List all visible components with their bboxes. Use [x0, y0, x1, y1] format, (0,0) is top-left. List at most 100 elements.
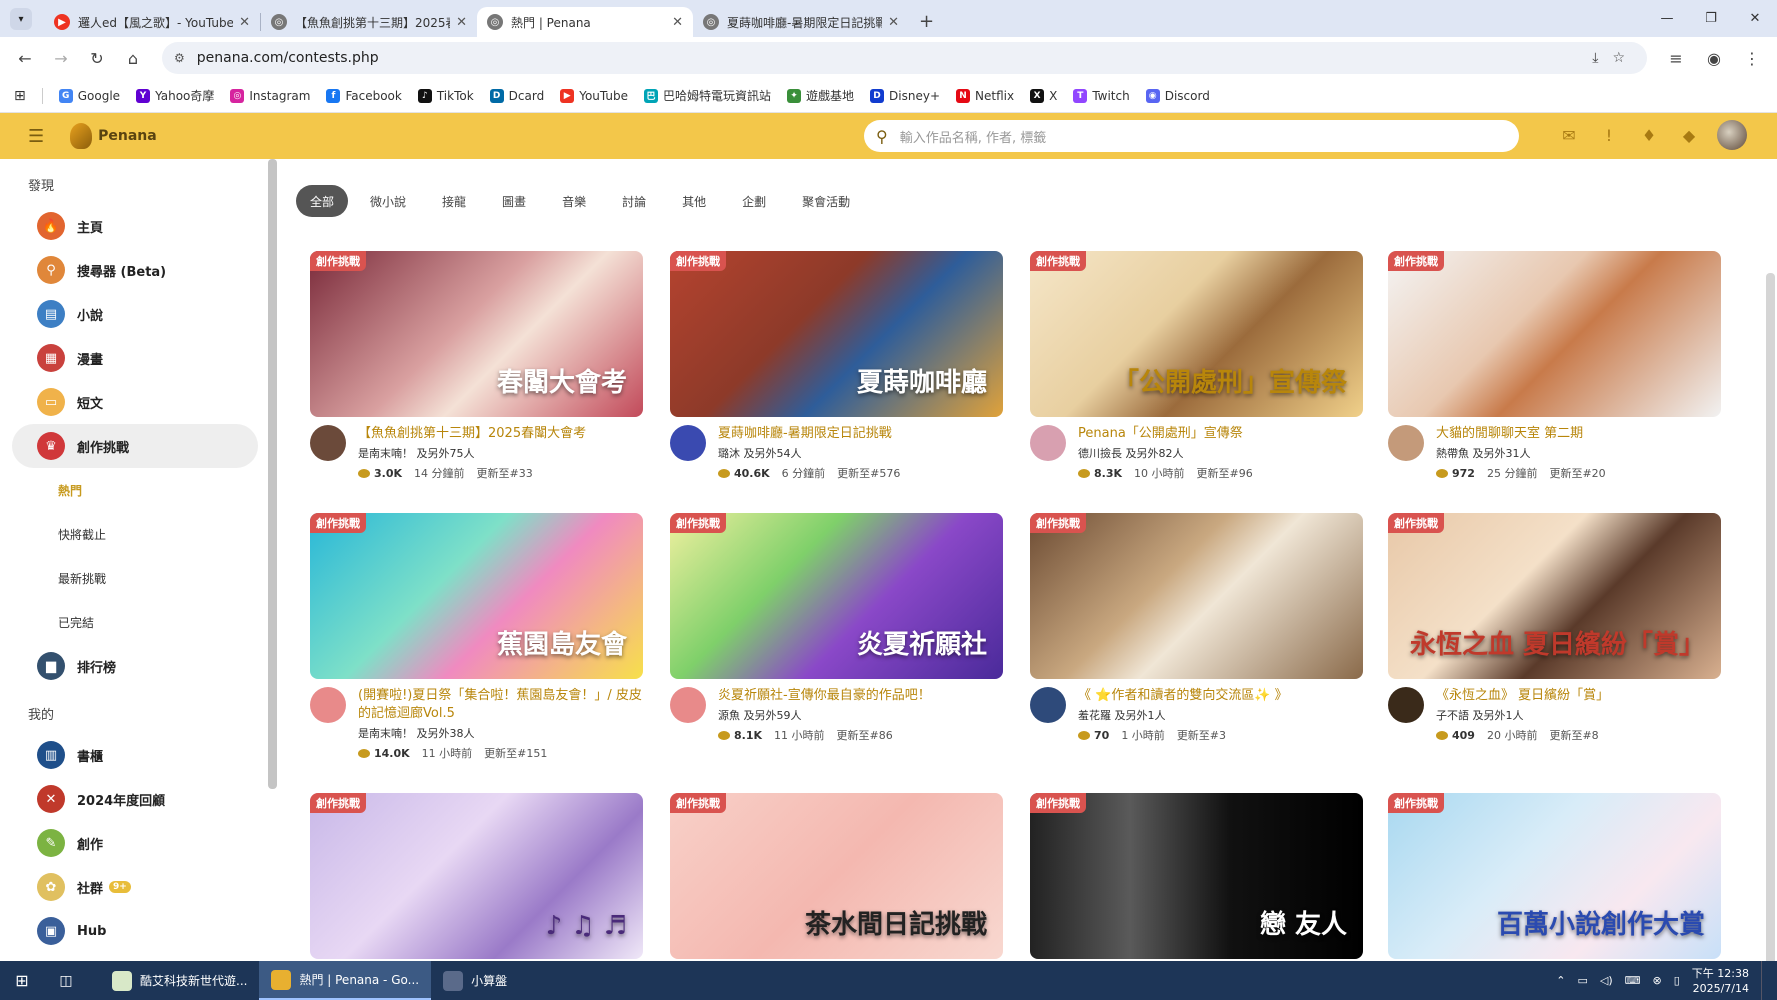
minimize-icon[interactable]: — — [1645, 0, 1689, 37]
browser-tab[interactable]: ◎ 【魚魚創挑第十三期】2025春闈 ✕ — [261, 7, 477, 37]
contest-thumbnail[interactable]: 創作挑戰 — [1030, 513, 1363, 679]
category-tab[interactable]: 微小說 — [356, 185, 420, 217]
category-tab[interactable]: 其他 — [668, 185, 720, 217]
contest-authors[interactable]: 是南末喃！ 及另外75人 — [358, 445, 586, 461]
bookmark-tiktok[interactable]: ♪ TikTok — [417, 87, 474, 104]
category-tab[interactable]: 接龍 — [428, 185, 480, 217]
user-avatar[interactable] — [1717, 120, 1747, 150]
bookmark-yahoo-[interactable]: Y Yahoo奇摩 — [136, 87, 214, 104]
sidebar-item-5[interactable]: ♛ 創作挑戰 — [12, 424, 258, 468]
show-desktop[interactable] — [1761, 961, 1765, 1000]
contest-card[interactable]: 創作挑戰《 ⭐作者和讀者的雙向交流區✨ 》羞花羅 及另外1人 70 1 小時前 更新至… — [1030, 513, 1363, 743]
contest-card[interactable]: 創作挑戰 ♪ ♫ ♬ — [310, 793, 643, 959]
contest-title[interactable]: (開賽啦!)夏日祭「集合啦！蕉園島友會！」/ 皮皮的記憶迴廊Vol.5 — [358, 687, 643, 723]
taskbar-app[interactable]: 熱門 | Penana - Go... — [259, 961, 432, 1000]
sidebar-scrollbar[interactable] — [268, 159, 277, 789]
tab-close-icon[interactable]: ✕ — [239, 15, 250, 30]
menu-kebab-icon[interactable]: ⋮ — [1737, 43, 1767, 73]
keyboard-icon[interactable]: ⌨ — [1625, 974, 1641, 987]
contest-card[interactable]: 創作挑戰 夏蒔咖啡廳 夏蒔咖啡廳-暑期限定日記挑戰 璐沐 及另外54人 40.6K 6 分… — [670, 251, 1003, 481]
media-control-icon[interactable]: ≡ — [1661, 43, 1691, 73]
contest-thumbnail[interactable]: 創作挑戰 夏蒔咖啡廳 — [670, 251, 1003, 417]
bookmark-x[interactable]: XX — [1030, 87, 1057, 104]
contest-thumbnail[interactable]: 創作挑戰 永恆之血 夏日繽紛「賞」 — [1388, 513, 1721, 679]
install-icon[interactable]: ⤓ — [1592, 50, 1598, 66]
sidebar-item-4[interactable]: ▭ 短文 — [12, 380, 258, 424]
bookmark-youtube[interactable]: ▶ YouTube — [560, 87, 628, 104]
bookmark-netflix[interactable]: N Netflix — [956, 87, 1014, 104]
bookmark-icon[interactable]: ◆ — [1677, 123, 1701, 147]
contest-thumbnail[interactable]: 創作挑戰 炎夏祈願社 — [670, 513, 1003, 679]
sidebar-item-0[interactable]: 🔥 主頁 — [12, 204, 258, 248]
contest-card[interactable]: 創作挑戰 永恆之血 夏日繽紛「賞」 《永恆之血》 夏日繽紛「賞」 子不語 及另外1人 4… — [1388, 513, 1721, 743]
reload-icon[interactable]: ↻ — [82, 43, 112, 73]
contest-title[interactable]: 夏蒔咖啡廳-暑期限定日記挑戰 — [718, 425, 900, 443]
mail-icon[interactable]: ✉ — [1557, 123, 1581, 147]
author-avatar[interactable] — [1388, 425, 1424, 461]
contest-title[interactable]: 大貓的閒聊聊天室 第二期 — [1436, 425, 1606, 443]
tab-close-icon[interactable]: ✕ — [672, 15, 683, 30]
category-tab[interactable]: 圖畫 — [488, 185, 540, 217]
contest-thumbnail[interactable]: 創作挑戰 「公開處刑」宣傳祭 — [1030, 251, 1363, 417]
contest-card[interactable]: 創作挑戰 蕉園島友會 (開賽啦!)夏日祭「集合啦！蕉園島友會！」/ 皮皮的記憶迴廊V… — [310, 513, 643, 761]
contest-card[interactable]: 創作挑戰 百萬小說創作大賞 — [1388, 793, 1721, 959]
browser-pinned-icon[interactable]: ◫ — [44, 961, 88, 1000]
contest-authors[interactable]: 熱帶魚 及另外31人 — [1436, 445, 1606, 461]
contest-card[interactable]: 創作挑戰 茶水間日記挑戰 — [670, 793, 1003, 959]
contest-title[interactable]: 炎夏祈願社-宣傳你最自豪的作品吧！ — [718, 687, 931, 705]
browser-tab[interactable]: ◎ 夏蒔咖啡廳-暑期限定日記挑戰 ✕ — [693, 7, 909, 37]
sidebar-mine-item[interactable]: ▥ 書櫃 — [12, 733, 258, 777]
contest-authors[interactable]: 是南末喃！ 及另外38人 — [358, 725, 643, 741]
forward-icon[interactable]: → — [46, 43, 76, 73]
contest-card[interactable]: 創作挑戰 炎夏祈願社 炎夏祈願社-宣傳你最自豪的作品吧！ 源魚 及另外59人 8.1K 1… — [670, 513, 1003, 743]
contest-card[interactable]: 創作挑戰 「公開處刑」宣傳祭 Penana「公開處刑」宣傳祭 德川撿長 及另外82人 8… — [1030, 251, 1363, 481]
sidebar-subitem[interactable]: 已完結 — [0, 600, 270, 644]
contest-authors[interactable]: 源魚 及另外59人 — [718, 707, 931, 723]
contest-thumbnail[interactable]: 創作挑戰 百萬小說創作大賞 — [1388, 793, 1721, 959]
bookmark-facebook[interactable]: f Facebook — [326, 87, 402, 104]
taskbar-app[interactable]: 酷艾科技新世代遊... — [100, 961, 259, 1000]
bookmark-disney-[interactable]: D Disney+ — [870, 87, 940, 104]
windows-start-icon[interactable]: ⊞ — [0, 961, 44, 1000]
network-icon[interactable]: ▭ — [1577, 974, 1587, 987]
contest-authors[interactable]: 子不語 及另外1人 — [1436, 707, 1609, 723]
contest-card[interactable]: 創作挑戰 春闈大會考 【魚魚創挑第十三期】2025春闈大會考 是南末喃！ 及另外75人… — [310, 251, 643, 481]
sidebar-subitem[interactable]: 熱門 — [0, 468, 270, 512]
site-search-input[interactable]: ⚲ 輸入作品名稱, 作者, 標籤 — [864, 120, 1519, 152]
site-info-icon[interactable]: ⚙ — [174, 51, 185, 65]
back-icon[interactable]: ← — [10, 43, 40, 73]
browser-tab[interactable]: ◎ 熱門 | Penana ✕ — [477, 7, 693, 37]
author-avatar[interactable] — [1030, 425, 1066, 461]
sidebar-item-ranking[interactable]: ▆ 排行榜 — [12, 644, 258, 688]
notification-icon[interactable]: ! — [1597, 123, 1621, 147]
browser-tab[interactable]: ▶ 邏人ed【風之歌】- YouTube ✕ — [44, 7, 260, 37]
bookmark-discord[interactable]: ◉ Discord — [1145, 87, 1210, 104]
volume-icon[interactable]: ◁) — [1600, 974, 1613, 987]
bookmark--[interactable]: 巴巴哈姆特電玩資訊站 — [644, 87, 771, 104]
category-tab[interactable]: 企劃 — [728, 185, 780, 217]
close-window-icon[interactable]: ✕ — [1733, 0, 1777, 37]
sidebar-item-2[interactable]: ▤ 小說 — [12, 292, 258, 336]
hamburger-menu-icon[interactable]: ☰ — [28, 126, 44, 147]
contest-authors[interactable]: 璐沐 及另外54人 — [718, 445, 900, 461]
contest-thumbnail[interactable]: 創作挑戰 ♪ ♫ ♬ — [310, 793, 643, 959]
contest-thumbnail[interactable]: 創作挑戰 蕉園島友會 — [310, 513, 643, 679]
bell-icon[interactable]: ♦ — [1637, 123, 1661, 147]
apps-grid-icon[interactable]: ⊞ — [14, 88, 26, 104]
site-logo[interactable]: Penana — [70, 123, 157, 149]
taskbar-clock[interactable]: 下午 12:38 2025/7/14 — [1692, 966, 1749, 996]
restore-icon[interactable]: ❐ — [1689, 0, 1733, 37]
profile-icon[interactable]: ◉ — [1699, 43, 1729, 73]
sidebar-mine-item[interactable]: ✎ 創作 — [12, 821, 258, 865]
category-tab[interactable]: 討論 — [608, 185, 660, 217]
sidebar-mine-item[interactable]: ✕ 2024年度回顧 — [12, 777, 258, 821]
contest-title[interactable]: Penana「公開處刑」宣傳祭 — [1078, 425, 1253, 443]
bookmark--[interactable]: ✦ 遊戲基地 — [787, 87, 854, 104]
author-avatar[interactable] — [670, 425, 706, 461]
author-avatar[interactable] — [310, 687, 346, 723]
home-icon[interactable]: ⌂ — [118, 43, 148, 73]
author-avatar[interactable] — [1030, 687, 1066, 723]
author-avatar[interactable] — [670, 687, 706, 723]
contest-card[interactable]: 創作挑戰 大貓的閒聊聊天室 第二期 熱帶魚 及另外31人 972 25 分鐘前 更新至#2… — [1388, 251, 1721, 481]
sidebar-mine-item[interactable]: ▣ Hub — [12, 909, 258, 953]
